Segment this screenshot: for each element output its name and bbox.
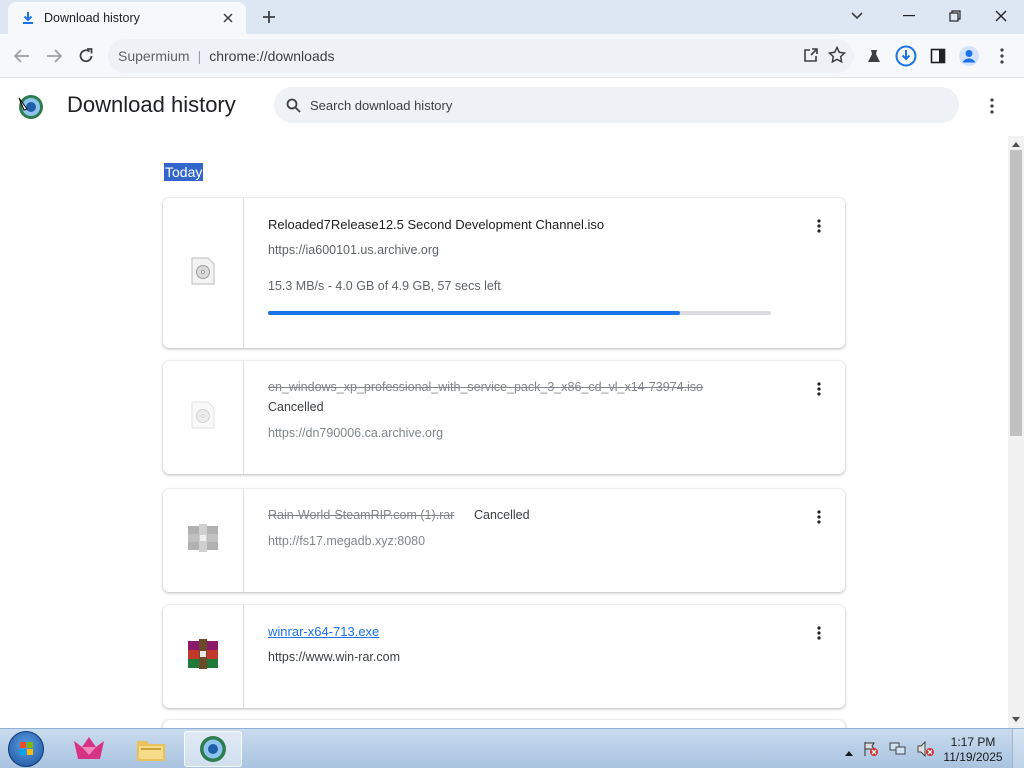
download-icon (20, 10, 36, 26)
download-progress-fill (268, 311, 681, 315)
network-icon[interactable] (889, 741, 907, 762)
disc-image-file-icon (191, 401, 215, 434)
url-text[interactable]: chrome://downloads (209, 48, 334, 64)
file-source-url[interactable]: https://dn790006.ca.archive.org (268, 426, 443, 440)
show-desktop-button[interactable] (1012, 729, 1024, 768)
search-icon (286, 97, 302, 113)
browser-menu-icon[interactable] (990, 44, 1014, 68)
page-scrollbar[interactable] (1008, 136, 1024, 728)
file-icon-column (163, 361, 244, 474)
share-icon[interactable] (802, 46, 820, 67)
download-progress-status: 15.3 MB/s - 4.0 GB of 4.9 GB, 57 secs le… (268, 279, 501, 293)
new-tab-button[interactable] (259, 7, 279, 27)
downloads-icon[interactable] (894, 44, 918, 68)
show-hidden-icons-arrow-icon[interactable] (845, 743, 853, 761)
browser-toolbar: Supermium | chrome://downloads (0, 34, 1024, 78)
omnibox-actions (802, 45, 847, 67)
scroll-down-arrow-icon[interactable] (1011, 714, 1021, 724)
page-more-actions-icon[interactable] (980, 94, 1004, 118)
winrar-app-icon (186, 638, 220, 675)
action-center-flag-icon[interactable] (863, 741, 879, 762)
file-source-url[interactable]: https://ia600101.us.archive.org (268, 243, 439, 257)
scrollbar-thumb[interactable] (1010, 150, 1022, 436)
file-name: en_windows_xp_professional_with_service_… (268, 380, 704, 394)
clock-date: 11/19/2025 (943, 750, 1003, 764)
file-name-link[interactable]: winrar-x64-713.exe (268, 624, 379, 639)
address-bar[interactable]: Supermium | chrome://downloads (108, 39, 854, 73)
extensions-icon[interactable] (862, 44, 886, 68)
file-explorer-icon[interactable] (122, 731, 180, 767)
start-button[interactable] (8, 731, 44, 767)
download-item-card: en_windows_xp_professional_with_service_… (163, 361, 845, 474)
windows-taskbar: 1:17 PM 11/19/2025 (0, 728, 1024, 768)
download-status: Cancelled (268, 400, 324, 414)
file-name: Rain-World-SteamRIP.com (1).rar (268, 508, 455, 522)
title-bar: Download history (0, 0, 1024, 34)
file-icon-column (163, 198, 244, 348)
download-item-card: Reloaded7Release12.5 Second Development … (163, 198, 845, 348)
more-actions-icon[interactable] (811, 623, 827, 643)
close-tab-icon[interactable] (220, 10, 236, 26)
more-actions-icon[interactable] (811, 507, 827, 527)
file-source-url[interactable]: http://fs17.megadb.xyz:8080 (268, 534, 425, 548)
restore-button[interactable] (943, 4, 967, 28)
back-button[interactable] (10, 44, 34, 68)
minimize-button[interactable] (897, 4, 921, 28)
forward-button[interactable] (42, 44, 66, 68)
tab-title: Download history (44, 11, 140, 25)
more-actions-icon[interactable] (811, 216, 827, 236)
file-name[interactable]: Reloaded7Release12.5 Second Development … (268, 217, 604, 232)
file-icon-column (163, 605, 244, 708)
taskbar-app-pinned-icon[interactable] (60, 731, 118, 767)
supermium-logo-icon (16, 92, 46, 122)
clock-time: 1:17 PM (950, 735, 996, 749)
tab-download-history[interactable]: Download history (8, 2, 246, 34)
reload-button[interactable] (74, 44, 98, 68)
omnibox-separator: | (197, 48, 202, 64)
bookmark-star-icon[interactable] (827, 45, 847, 67)
supermium-browser-taskbar-icon[interactable] (184, 731, 242, 767)
date-group-header: Today (164, 163, 204, 181)
tab-search-chevron-icon[interactable] (845, 4, 869, 28)
file-source-url[interactable]: https://www.win-rar.com (268, 650, 400, 664)
download-item-card: winrar-x64-713.exe https://www.win-rar.c… (163, 605, 845, 708)
system-tray (845, 740, 935, 762)
volume-muted-icon[interactable] (917, 740, 935, 762)
disc-image-file-icon (191, 257, 215, 290)
taskbar-clock[interactable]: 1:17 PM 11/19/2025 (938, 735, 1008, 765)
site-name: Supermium (118, 48, 190, 64)
rar-archive-file-icon (186, 522, 220, 559)
side-panel-icon[interactable] (926, 44, 950, 68)
scroll-up-arrow-icon[interactable] (1011, 139, 1021, 149)
page-title: Download history (67, 92, 236, 117)
close-window-button[interactable] (989, 4, 1013, 28)
file-icon-column (163, 489, 244, 592)
profile-avatar-icon[interactable] (957, 44, 981, 68)
search-input[interactable] (310, 97, 910, 113)
download-progress-bar (268, 311, 771, 315)
download-status: Cancelled (474, 508, 530, 522)
search-bar[interactable] (274, 87, 959, 123)
download-item-card: Rain-World-SteamRIP.com (1).rar Cancelle… (163, 489, 845, 592)
more-actions-icon[interactable] (811, 379, 827, 399)
